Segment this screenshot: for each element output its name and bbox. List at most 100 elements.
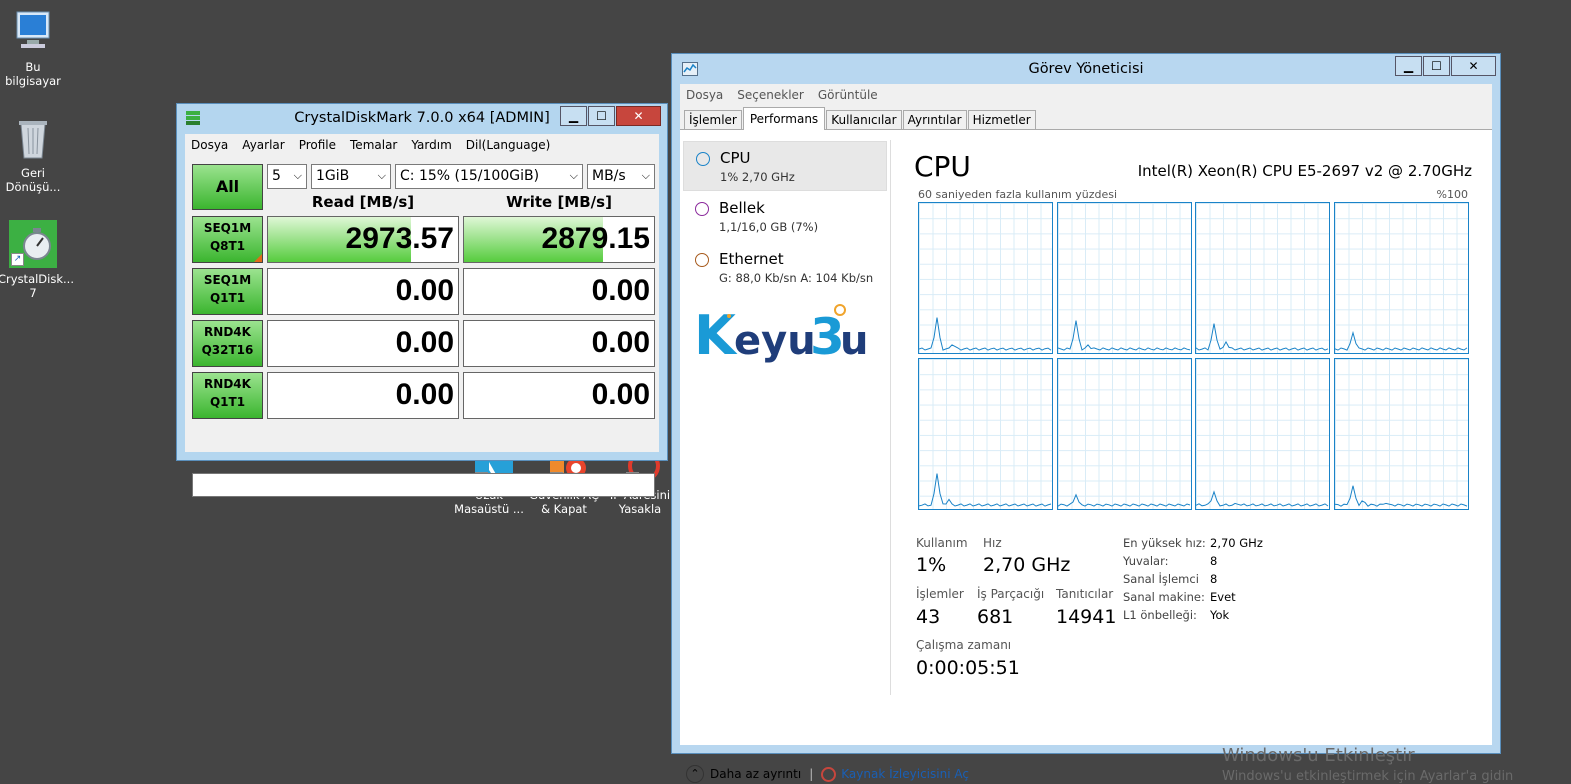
menu-item-profile[interactable]: Profile <box>299 138 336 152</box>
uptime-label: Çalışma zamanı <box>916 638 1012 652</box>
maximize-button[interactable]: ☐ <box>1423 56 1450 76</box>
desktop-icon-this-pc[interactable]: Bu bilgisayar <box>0 8 68 88</box>
panel-divider <box>890 140 891 695</box>
close-button[interactable]: ✕ <box>616 106 661 126</box>
cpu-core-graph <box>1333 358 1469 510</box>
sidebar-item-label: Bellek <box>719 199 765 217</box>
read-result-value: 0.00 <box>395 274 454 307</box>
recycle-bin-icon <box>9 114 57 162</box>
read-result-value: 0.00 <box>395 326 454 359</box>
cpu-usage-line <box>1057 320 1190 351</box>
processes-value: 43 <box>916 606 941 628</box>
chevron-down-icon: ⌵ <box>377 169 386 182</box>
menu-item-language[interactable]: Dil(Language) <box>466 138 551 152</box>
less-details-label: Daha az ayrıntı <box>710 767 802 781</box>
tab-processes[interactable]: İşlemler <box>684 110 742 129</box>
test-row-button[interactable]: SEQ1M Q1T1 <box>192 268 263 315</box>
cpu-core-graphs <box>918 202 1470 512</box>
menu-item-settings[interactable]: Ayarlar <box>242 138 284 152</box>
read-column-header: Read [MB/s] <box>311 193 415 211</box>
tab-performance[interactable]: Performans <box>742 107 826 130</box>
maximize-button[interactable]: ☐ <box>588 106 615 126</box>
tab-details[interactable]: Ayrıntılar <box>902 110 967 129</box>
write-result-value: 2879.15 <box>541 222 650 255</box>
sidebar-item-label: Ethernet <box>719 250 784 268</box>
corner-marker-icon <box>254 254 262 262</box>
drive-select[interactable]: C: 15% (15/100GiB) ⌵ <box>395 164 583 189</box>
footer-separator: | <box>809 767 814 781</box>
minimize-button[interactable]: ▁ <box>560 106 587 126</box>
test-row-queue: Q1T1 <box>209 395 246 409</box>
desktop-icon-label: CrystalDisk... 7 <box>0 272 74 300</box>
cpu-core-graph <box>1333 202 1469 354</box>
run-all-button[interactable]: All <box>192 164 263 210</box>
sidebar-item-detail: 1% 2,70 GHz <box>720 170 795 184</box>
menu-item-options[interactable]: Seçenekler <box>737 88 804 102</box>
cdm-title-bar[interactable]: CrystalDiskMark 7.0.0 x64 [ADMIN] ▁ ☐ ✕ <box>177 104 667 134</box>
sidebar-item-ethernet[interactable]: Ethernet G: 88,0 Kb/sn A: 104 Kb/sn <box>683 243 887 293</box>
less-details-button[interactable]: ⌃ Daha az ayrıntı <box>686 765 801 783</box>
crystaldiskmark-app-icon: ↗ <box>9 220 57 268</box>
detail-value: 8 <box>1210 572 1218 586</box>
close-button[interactable]: ✕ <box>1451 56 1496 76</box>
cpu-usage-line <box>919 473 1052 507</box>
sidebar-item-detail: G: 88,0 Kb/sn A: 104 Kb/sn <box>719 271 874 285</box>
usage-label: Kullanım <box>916 536 968 550</box>
read-result-value: 2973.57 <box>345 222 454 255</box>
desktop-icon-crystaldiskmark[interactable]: ↗ CrystalDisk... 7 <box>0 220 74 300</box>
unit-select[interactable]: MB/s ⌵ <box>587 164 655 189</box>
cpu-indicator-icon <box>696 152 710 166</box>
sidebar-item-cpu[interactable]: CPU 1% 2,70 GHz <box>683 141 887 191</box>
cpu-usage-line <box>919 317 1052 351</box>
detail-value: 2,70 GHz <box>1210 536 1263 550</box>
resource-monitor-link[interactable]: Kaynak İzleyicisini Aç <box>821 766 969 782</box>
menu-item-themes[interactable]: Temalar <box>350 138 397 152</box>
detail-label: En yüksek hız: <box>1123 536 1206 550</box>
test-row-name: SEQ1M <box>203 273 252 287</box>
sidebar-item-label: CPU <box>720 149 751 167</box>
cpu-core-graph <box>918 202 1053 354</box>
cpu-usage-line <box>1334 485 1467 507</box>
read-result-cell: 0.00 <box>267 268 459 315</box>
tab-users[interactable]: Kullanıcılar <box>826 110 902 129</box>
sidebar-item-memory[interactable]: Bellek 1,1/16,0 GB (7%) <box>683 192 887 242</box>
detail-label: Yuvalar: <box>1123 554 1169 568</box>
desktop-icon-recycle-bin[interactable]: Geri Dönüşü... <box>0 114 68 194</box>
drive-value: C: 15% (15/100GiB) <box>400 168 540 184</box>
test-row-button[interactable]: SEQ1M Q8T1 <box>192 216 263 263</box>
tm-title-bar[interactable]: Görev Yöneticisi ▁ ☐ ✕ <box>672 54 1500 84</box>
crystaldiskmark-window: CrystalDiskMark 7.0.0 x64 [ADMIN] ▁ ☐ ✕ … <box>176 103 668 497</box>
menu-item-view[interactable]: Görüntüle <box>818 88 878 102</box>
read-result-cell: 0.00 <box>267 320 459 367</box>
resource-monitor-label: Kaynak İzleyicisini Aç <box>841 767 969 781</box>
sidebar-item-detail: 1,1/16,0 GB (7%) <box>719 220 819 234</box>
task-manager-window: Görev Yöneticisi ▁ ☐ ✕ Dosya Seçenekler … <box>671 53 1501 783</box>
close-icon: ✕ <box>1468 59 1479 73</box>
processes-label: İşlemler <box>916 587 964 601</box>
test-row-button[interactable]: RND4K Q1T1 <box>192 372 263 419</box>
menu-item-file[interactable]: Dosya <box>191 138 228 152</box>
performance-panel: CPU 1% 2,70 GHz Bellek 1,1/16,0 GB (7%) … <box>680 130 1492 783</box>
panel-title: CPU <box>914 150 971 183</box>
detail-value: Yok <box>1210 608 1230 622</box>
test-count-select[interactable]: 5 ⌵ <box>267 164 307 189</box>
svg-text:eyu: eyu <box>734 318 816 364</box>
write-result-cell: 0.00 <box>463 268 655 315</box>
menu-item-file[interactable]: Dosya <box>686 88 723 102</box>
tab-services[interactable]: Hizmetler <box>967 110 1036 129</box>
threads-value: 681 <box>977 606 1014 628</box>
cpu-model: Intel(R) Xeon(R) CPU E5-2697 v2 @ 2.70GH… <box>1137 162 1472 180</box>
test-row-name: SEQ1M <box>203 221 252 235</box>
ethernet-indicator-icon <box>695 253 709 267</box>
write-result-cell: 2879.15 <box>463 216 655 263</box>
test-size-select[interactable]: 1GiB ⌵ <box>311 164 391 189</box>
svg-text:K: K <box>694 304 738 366</box>
minimize-button[interactable]: ▁ <box>1395 56 1422 76</box>
test-row-button[interactable]: RND4K Q32T16 <box>192 320 263 367</box>
menu-item-help[interactable]: Yardım <box>411 138 451 152</box>
uptime-value: 0:00:05:51 <box>916 657 1020 679</box>
svg-text:u: u <box>840 318 868 364</box>
unit-value: MB/s <box>592 168 626 184</box>
desktop-icon-label: Bu bilgisayar <box>5 60 61 88</box>
write-result-cell: 0.00 <box>463 372 655 419</box>
